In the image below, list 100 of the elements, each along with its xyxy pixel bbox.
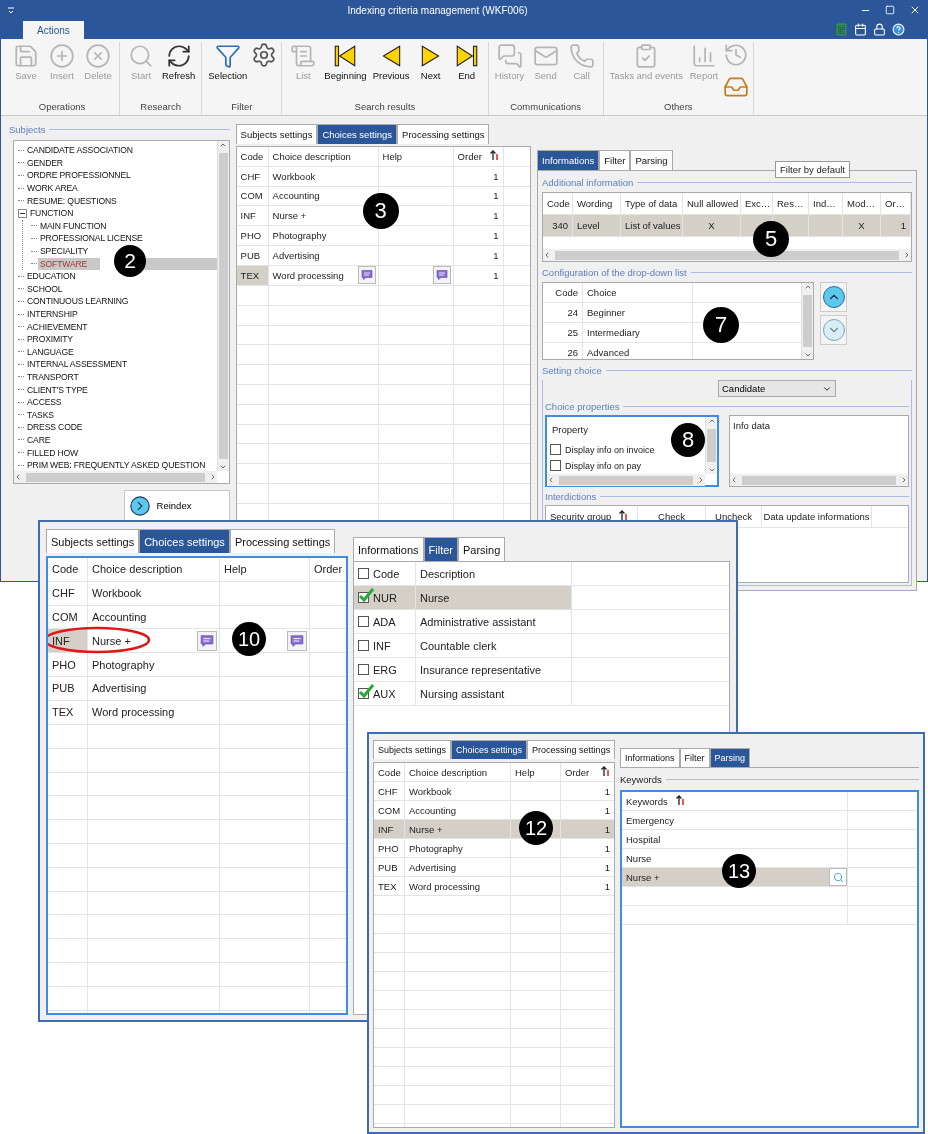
tab[interactable]: Subjects settings [235,124,318,144]
comment-button[interactable] [287,630,307,651]
scrollbar-thumb[interactable] [707,429,716,462]
calendar-icon[interactable] [854,22,867,36]
tab[interactable]: Processing settings [397,124,490,144]
tree-item[interactable]: RESUME: QUESTIONS [25,195,119,206]
tree-item[interactable]: WORK AREA [25,183,80,194]
checkbox[interactable]: ERG [354,658,416,681]
ribbon-button[interactable]: Selection [206,42,250,83]
ribbon-button[interactable]: Beginning [322,42,369,83]
scrollbar-thumb[interactable] [26,472,205,482]
scroll-left-icon[interactable] [543,251,551,259]
selected-row[interactable]: SOFTWARE [38,257,100,270]
tab[interactable]: Choices settings [451,740,528,759]
tab[interactable]: Informations [537,150,600,170]
tree-item[interactable]: SPECIALITY [38,246,91,257]
tab[interactable]: Filter [599,150,631,170]
horizontal-scrollbar[interactable] [730,474,908,486]
horizontal-scrollbar[interactable] [543,249,911,261]
tree-item[interactable]: ACCESS [25,397,64,408]
tree-item[interactable]: CARE [25,434,53,445]
checkbox[interactable]: Display info on invoice [550,444,655,455]
scrollbar-thumb[interactable] [218,153,228,459]
comment-button[interactable] [197,630,217,651]
tree-item[interactable]: DRESS CODE [25,422,85,433]
tab[interactable]: Choices settings [139,529,230,553]
tab[interactable]: Informations [353,537,424,561]
select-all-checkbox[interactable]: Code [354,562,416,585]
collapse-icon[interactable] [18,208,27,218]
horizontal-scrollbar[interactable] [14,471,217,483]
scrollbar-thumb[interactable] [803,295,812,347]
checkbox[interactable]: INF [354,634,416,657]
scroll-left-icon[interactable] [14,473,22,481]
scrollbar-thumb[interactable] [555,250,899,260]
scroll-right-icon[interactable] [903,251,911,259]
tree-item[interactable]: CLIENT'S TYPE [25,384,90,395]
vertical-scrollbar[interactable] [705,417,717,474]
tree-item[interactable]: EDUCATION [25,271,78,282]
tree-item[interactable]: SCHOOL [25,283,65,294]
scroll-left-icon[interactable] [730,476,738,484]
ribbon-tab[interactable]: Actions [23,21,84,39]
ribbon-button[interactable]: Previous [370,42,412,83]
tab[interactable]: Processing settings [229,529,336,553]
lock-icon[interactable] [873,22,886,36]
scroll-up-icon[interactable] [707,417,716,425]
tree-item[interactable]: FUNCTION [28,208,76,219]
tab[interactable]: Subjects settings [373,740,452,759]
tree-item[interactable]: CANDIDATE ASSOCIATION [25,145,135,156]
scrollbar-thumb[interactable] [742,475,896,485]
tab[interactable]: Subjects settings [46,529,140,553]
tree-item[interactable]: GENDER [25,157,65,168]
tab[interactable]: Filter [423,537,458,561]
ribbon-button[interactable]: End [449,42,484,83]
tree-item[interactable]: CONTINUOUS LEARNING [25,296,131,307]
ribbon-button[interactable] [251,42,278,68]
scroll-up-icon[interactable] [219,141,228,149]
checkbox[interactable]: AUX [354,682,416,705]
tree-item[interactable]: SOFTWARE [38,258,90,269]
tree-item[interactable]: INTERNSHIP [25,309,80,319]
tree-item[interactable]: PROFESSIONAL LICENSE [38,233,145,244]
tree-item[interactable]: TRANSPORT [25,372,81,382]
tree-item[interactable]: LANGUAGE [25,346,76,357]
vertical-scrollbar[interactable] [801,283,813,359]
ribbon-button[interactable] [723,74,749,100]
tab[interactable]: Parsing [458,537,506,561]
scroll-right-icon[interactable] [900,476,908,484]
tab[interactable]: Processing settings [527,740,616,759]
tree-item[interactable]: ORDRE PROFESSIONNEL [25,170,133,181]
tab[interactable]: Parsing [630,150,673,170]
scroll-down-icon[interactable] [803,351,812,359]
close-icon[interactable] [909,4,921,16]
tab[interactable]: Filter [679,748,710,767]
help-icon[interactable] [892,22,905,36]
tree-item[interactable]: PRIM WEB: FREQUENTLY ASKED QUESTION [25,460,208,471]
scroll-up-icon[interactable] [803,283,812,291]
tree-item[interactable]: FILLED HOW [25,447,81,458]
checkbox[interactable]: NUR [354,586,416,609]
scroll-down-icon[interactable] [707,466,716,474]
scroll-right-icon[interactable] [697,476,705,484]
tree-item[interactable]: INTERNAL ASSESSMENT [25,359,129,370]
tree-item[interactable]: ACHIEVEMENT [25,321,90,332]
comment-button[interactable] [357,266,376,285]
tree-item[interactable]: MAIN FUNCTION [38,220,109,231]
scrollbar-thumb[interactable] [559,475,693,485]
menu-icon[interactable] [7,6,15,14]
ribbon-button[interactable]: Refresh [160,42,198,83]
vertical-scrollbar[interactable] [216,141,229,471]
tab[interactable]: Choices settings [317,124,398,144]
ribbon-button[interactable]: Next [413,42,448,83]
horizontal-scrollbar[interactable] [547,474,705,486]
reindex-button[interactable]: Reindex [123,490,230,521]
checkbox[interactable]: Display info on pay [550,460,642,471]
checkbox[interactable]: ADA [354,610,416,633]
tab[interactable]: Informations [620,748,680,767]
scroll-left-icon[interactable] [547,476,555,484]
scroll-down-icon[interactable] [219,463,228,471]
move-up-button[interactable] [820,282,847,312]
tree-item[interactable]: PROXIMITY [25,334,75,345]
search-button[interactable] [829,868,847,886]
maximize-icon[interactable] [885,5,895,15]
